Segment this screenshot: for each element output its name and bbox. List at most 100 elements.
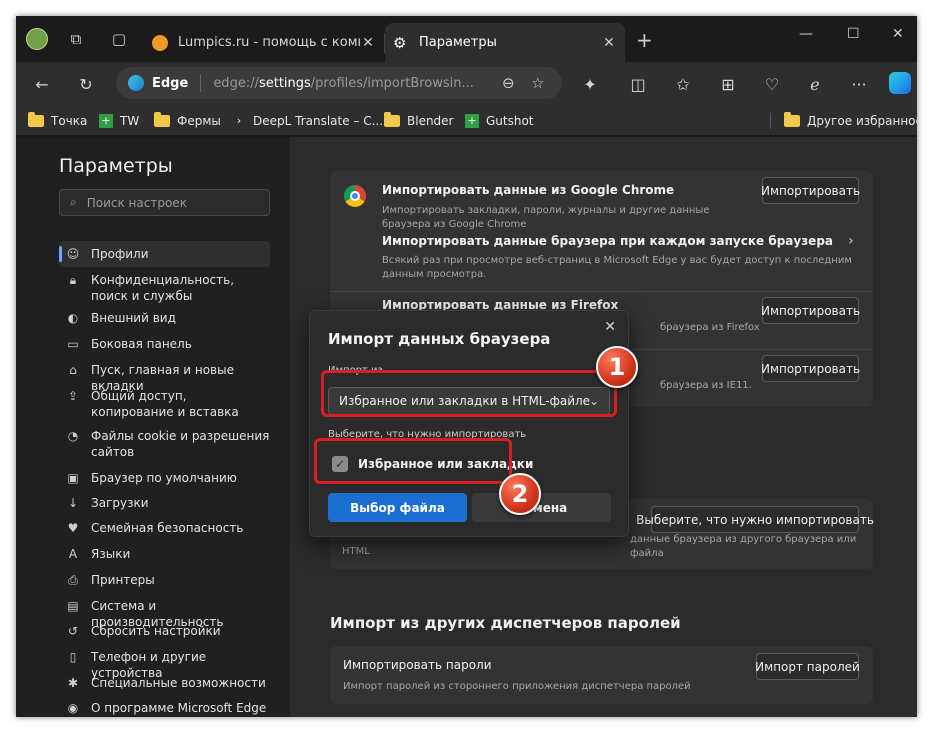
tab-actions-icon[interactable]: ▢ <box>108 28 130 50</box>
url-prefix: edge:// <box>213 75 259 91</box>
search-icon: ⌕ <box>70 195 77 209</box>
settings-sidebar: Параметры ⌕ Поиск настроек ☺ Профили 🔒︎ Кон… <box>16 137 290 717</box>
phone-icon: ▯ <box>69 650 77 664</box>
refresh-icon[interactable]: ↻ <box>74 72 98 96</box>
search-placeholder: Поиск настроек <box>86 195 187 210</box>
favorite-item[interactable]: › DeepL Translate – C... <box>232 112 383 130</box>
other-import-desc: данные браузера из другого браузера или … <box>630 534 857 559</box>
sidebar-item[interactable]: ▯ Телефон и другие устройства <box>59 644 270 680</box>
split-screen-icon[interactable]: ◫ <box>626 72 650 96</box>
other-favorites[interactable]: Другое избранное <box>784 112 917 130</box>
chrome-import-desc: Импортировать закладки, пароли, журналы … <box>382 205 710 230</box>
settings-search-input[interactable]: ⌕ Поиск настроек <box>59 189 270 216</box>
sidebar-item[interactable]: 🔒︎ Конфиденциальность, поиск и службы <box>59 267 270 303</box>
favorite-label: Другое избранное <box>807 114 917 128</box>
sidebar-item[interactable]: ▭ Боковая панель <box>59 331 270 357</box>
favorites-icon[interactable]: ✩ <box>671 72 695 96</box>
sidebar-item[interactable]: A Языки <box>59 541 270 567</box>
favorite-label: Blender <box>407 114 454 128</box>
copilot-icon[interactable] <box>889 72 911 94</box>
more-menu-icon[interactable]: ··· <box>847 72 871 96</box>
import-passwords-button[interactable]: Импорт паролей <box>755 653 860 680</box>
sidebar-item-label: Боковая панель <box>91 337 192 351</box>
favorite-item[interactable]: + Gutshot <box>465 112 534 130</box>
back-icon[interactable]: ← <box>30 72 54 96</box>
minimize-button[interactable]: — <box>799 26 813 42</box>
favorite-item[interactable]: Фермы <box>154 112 221 130</box>
cancel-button[interactable]: Отмена <box>472 493 611 522</box>
tab-close-icon[interactable]: ✕ <box>601 35 617 51</box>
tab-lumpics[interactable]: Lumpics.ru - помощь с компьюте ✕ <box>144 23 385 62</box>
chrome-icon <box>344 185 366 207</box>
gear-icon: ⚙ <box>393 33 407 52</box>
sidebar-item[interactable]: ◉ О программе Microsoft Edge <box>59 695 270 717</box>
system-icon: ▤ <box>67 599 79 613</box>
download-icon: ↓ <box>67 496 79 510</box>
favorite-star-icon[interactable]: ☆ <box>531 74 544 92</box>
address-url[interactable]: edge://settings/profiles/importBrowsin..… <box>213 76 493 91</box>
cookie-icon: ◔ <box>67 429 79 443</box>
language-icon: A <box>68 547 78 561</box>
workspaces-icon[interactable]: ⧉ <box>65 28 87 50</box>
sidebar-item[interactable]: ◔ Файлы cookie и разрешения сайтов <box>59 423 270 459</box>
new-tab-icon[interactable]: + <box>636 28 653 52</box>
folder-icon <box>784 112 800 127</box>
tab-close-icon[interactable]: ✕ <box>360 35 376 51</box>
favorite-item[interactable]: Точка <box>28 112 87 130</box>
password-import-desc: Импорт паролей из стороннего приложения … <box>343 681 691 692</box>
close-window-button[interactable]: ✕ <box>892 26 904 42</box>
ie-mode-icon[interactable]: ℯ <box>803 72 827 96</box>
favorite-label: Gutshot <box>486 114 534 128</box>
each-launch-desc: Всякий раз при просмотре веб-страниц в M… <box>382 255 852 280</box>
sidebar-item[interactable]: ↺ Сбросить настройки <box>59 618 270 644</box>
profile-icon: ☺ <box>66 247 80 261</box>
close-icon[interactable]: ✕ <box>604 319 616 335</box>
folder-icon <box>28 112 44 127</box>
sidebar-item-label: Браузер по умолчанию <box>91 471 237 485</box>
profile-avatar[interactable] <box>26 28 48 50</box>
tab-title: Параметры <box>419 35 497 50</box>
sidebar-item[interactable]: ◐ Внешний вид <box>59 305 270 331</box>
sidebar-item-label: О программе Microsoft Edge <box>91 701 267 715</box>
password-import-heading: Импорт из других диспетчеров паролей <box>330 614 681 632</box>
sidebar-item[interactable]: ☺ Профили <box>59 241 270 267</box>
choose-what-to-import-button[interactable]: Выберите, что нужно импортировать <box>636 506 874 533</box>
sidebar-item[interactable]: ♥ Семейная безопасность <box>59 515 270 541</box>
sidebar-item[interactable]: ⎙ Принтеры <box>59 567 270 593</box>
sidebar-item[interactable]: ⌂ Пуск, главная и новые вкладки <box>59 357 270 393</box>
maximize-button[interactable]: ☐ <box>847 26 860 42</box>
sidebar-item[interactable]: ▤ Система и производительность <box>59 593 270 629</box>
address-brand: Edge <box>152 75 189 91</box>
zoom-icon[interactable]: ⊖ <box>502 74 515 92</box>
address-bar[interactable]: Edge edge://settings/profiles/importBrow… <box>116 67 562 99</box>
sidebar-item[interactable]: ✱ Специальные возможности <box>59 670 270 696</box>
printer-icon: ⎙ <box>68 573 78 587</box>
sidebar-item-label: Общий доступ, копирование и вставка <box>91 389 239 419</box>
sidebar-item[interactable]: ⇪ Общий доступ, копирование и вставка <box>59 383 270 419</box>
chevron-right-icon[interactable]: › <box>848 233 854 249</box>
navigation-bar: ← ↻ Edge edge://settings/profiles/import… <box>16 62 917 106</box>
choose-file-button[interactable]: Выбор файла <box>328 493 467 522</box>
import-browser-data-dialog: Импорт данных браузера ✕ Импорт из Избра… <box>309 310 629 537</box>
sidebar-icon: ▭ <box>67 337 79 351</box>
sidebar-item-label: Внешний вид <box>91 311 176 325</box>
sidebar-item[interactable]: ↓ Загрузки <box>59 490 270 516</box>
tab-title: Lumpics.ru - помощь с компьюте <box>178 35 360 50</box>
favorite-item[interactable]: + TW <box>99 112 139 130</box>
sidebar-item-label: Сбросить настройки <box>91 624 221 638</box>
highlight-checkbox <box>314 438 512 484</box>
sidebar-item-label: Конфиденциальность, поиск и службы <box>91 273 235 303</box>
favorite-item[interactable]: Blender <box>384 112 454 130</box>
chrome-import-title: Импортировать данные из Google Chrome <box>382 183 675 197</box>
sidebar-item[interactable]: ▣ Браузер по умолчанию <box>59 465 270 491</box>
favorite-label: TW <box>120 114 140 128</box>
sidebar-item-label: Файлы cookie и разрешения сайтов <box>91 429 270 459</box>
import-chrome-button[interactable]: Импортировать <box>761 177 860 204</box>
browser-essentials-icon[interactable]: ♡ <box>760 72 784 96</box>
collections-icon[interactable]: ⊞ <box>716 72 740 96</box>
extensions-icon[interactable]: ✦ <box>578 72 602 96</box>
lumpics-favicon-icon <box>152 34 168 51</box>
import-ie-button[interactable]: Импортировать <box>761 355 860 382</box>
tab-settings[interactable]: ⚙ Параметры ✕ <box>385 23 625 62</box>
import-firefox-button[interactable]: Импортировать <box>761 297 860 324</box>
